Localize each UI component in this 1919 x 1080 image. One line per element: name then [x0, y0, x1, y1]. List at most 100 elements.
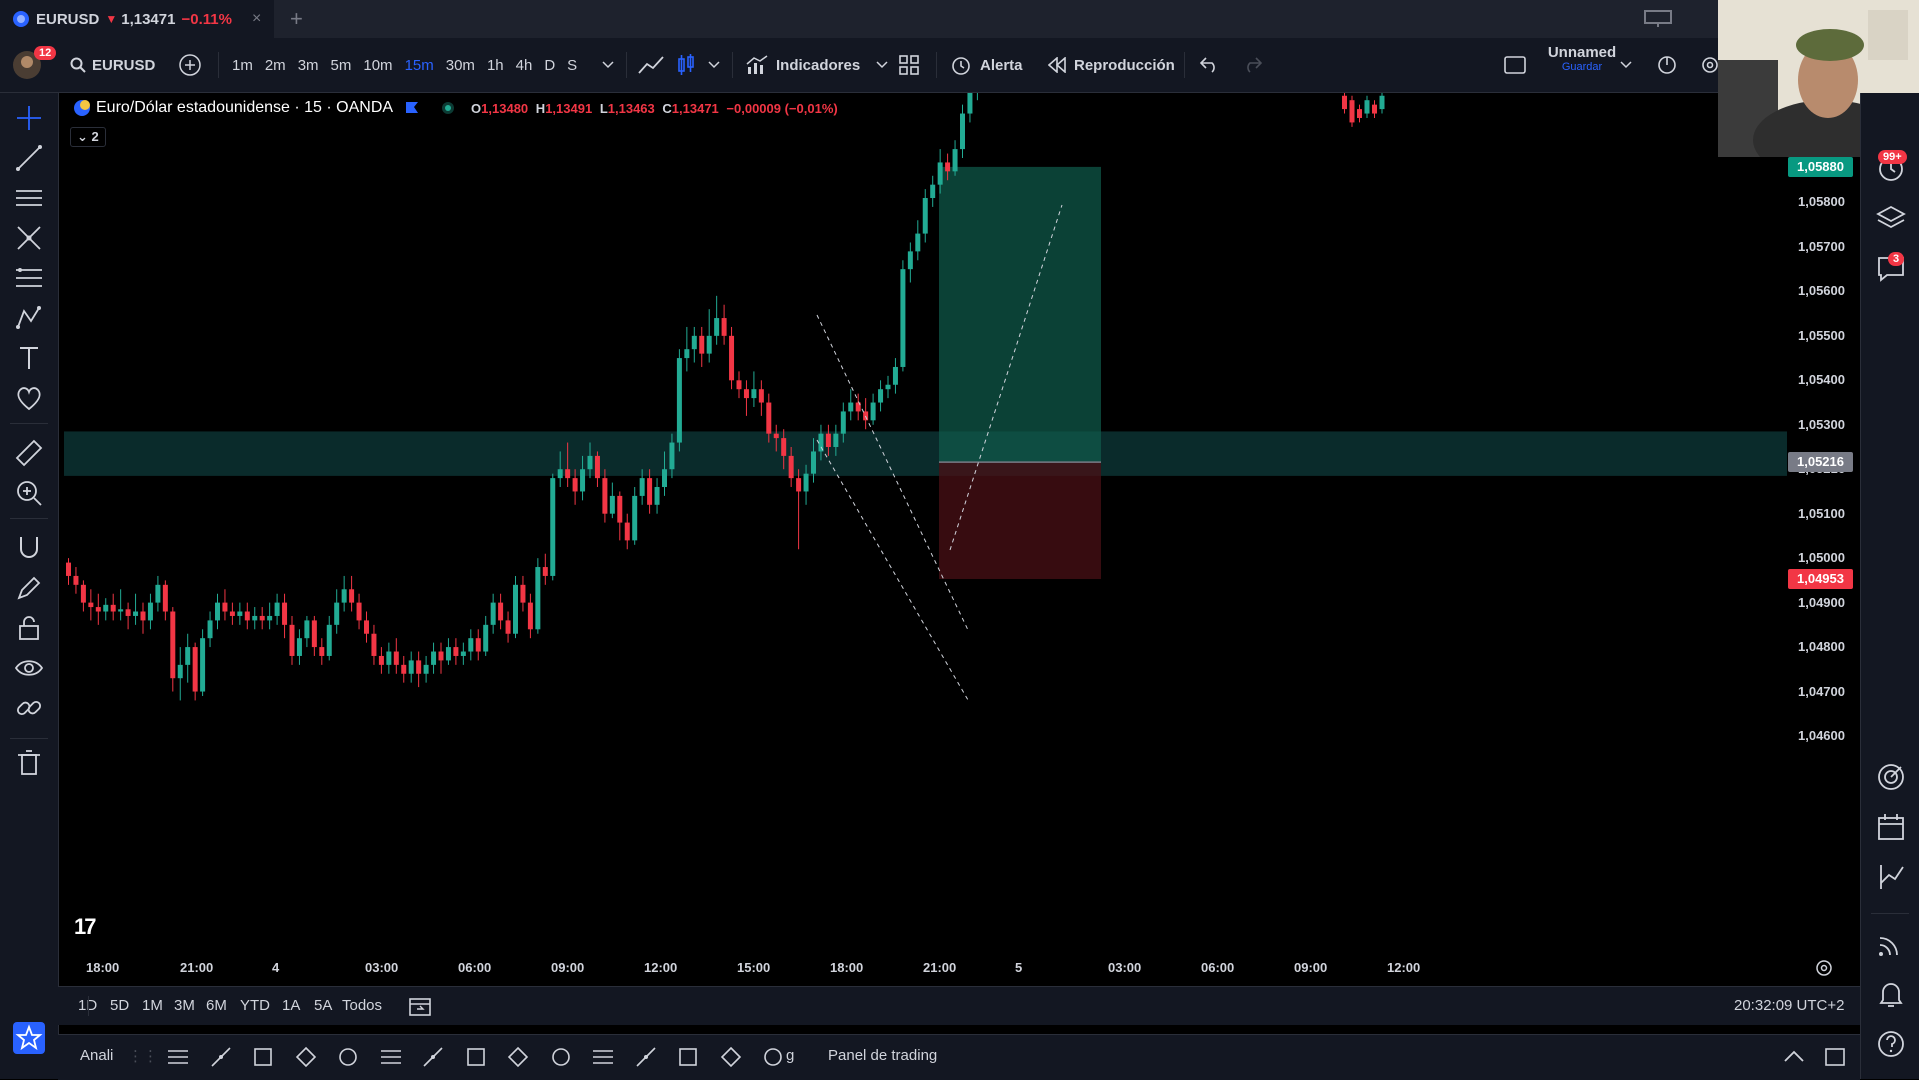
- layout-icon[interactable]: [1644, 10, 1672, 28]
- timeframe-D[interactable]: D: [544, 57, 555, 74]
- vline-tool-icon[interactable]: [634, 1045, 658, 1069]
- new-tab-icon[interactable]: +: [290, 6, 303, 32]
- price-chart[interactable]: [64, 93, 1787, 983]
- ruler-icon[interactable]: [14, 438, 44, 468]
- circle-tool-icon[interactable]: [761, 1045, 785, 1069]
- link-icon[interactable]: [14, 693, 44, 723]
- help-icon[interactable]: [1875, 1028, 1907, 1060]
- timeframe-2m[interactable]: 2m: [265, 57, 286, 74]
- trend-line-icon[interactable]: [14, 143, 44, 173]
- calendar-icon[interactable]: [1875, 811, 1907, 843]
- drag-handle-icon[interactable]: ⋮⋮: [128, 1047, 158, 1065]
- line-chart-icon[interactable]: [638, 38, 664, 92]
- time-axis-label: 12:00: [1387, 960, 1421, 975]
- lock-icon[interactable]: [14, 613, 44, 643]
- range-Todos[interactable]: Todos: [342, 997, 382, 1014]
- layout-checkbox[interactable]: [1504, 38, 1526, 92]
- crosshair-icon[interactable]: [14, 103, 44, 133]
- replay-button[interactable]: Reproducción: [1048, 38, 1175, 92]
- eye-icon[interactable]: [14, 653, 44, 683]
- channel-tool-icon[interactable]: [251, 1045, 275, 1069]
- price-box-take-profit[interactable]: 1,05880: [1788, 156, 1853, 177]
- favorites-star-button[interactable]: [13, 1022, 45, 1054]
- timeframe-15m[interactable]: 15m: [405, 57, 434, 74]
- support-zone[interactable]: [64, 431, 1787, 476]
- timeframe-1h[interactable]: 1h: [487, 57, 504, 74]
- chevron-up-icon[interactable]: [1784, 1049, 1804, 1063]
- rectangle-tool-icon[interactable]: [336, 1045, 360, 1069]
- timeframe-5m[interactable]: 5m: [331, 57, 352, 74]
- timeframe-30m[interactable]: 30m: [446, 57, 475, 74]
- indicators-button[interactable]: Indicadores: [746, 38, 888, 92]
- heart-icon[interactable]: [14, 383, 44, 413]
- range-5A[interactable]: 5A: [314, 997, 332, 1014]
- alert-button[interactable]: Alerta: [950, 38, 1023, 92]
- redo-icon[interactable]: [1242, 38, 1262, 92]
- compare-button[interactable]: [178, 38, 202, 92]
- trash-icon[interactable]: [14, 748, 44, 778]
- fib-retracement-icon[interactable]: [14, 263, 44, 293]
- eraser-tool-icon[interactable]: [719, 1045, 743, 1069]
- layout-dropdown-icon[interactable]: [1620, 38, 1632, 92]
- horizontal-lines-icon[interactable]: [14, 183, 44, 213]
- layers-icon[interactable]: [1875, 203, 1907, 235]
- symbol-search[interactable]: EURUSD: [70, 38, 155, 92]
- maximize-panel-icon[interactable]: [1824, 1047, 1846, 1067]
- price-box-stop-loss[interactable]: 1,04953: [1788, 569, 1853, 590]
- lines-tool-icon[interactable]: [209, 1045, 233, 1069]
- range-5D[interactable]: 5D: [110, 997, 129, 1014]
- draw-lock-icon[interactable]: [14, 573, 44, 603]
- timeframe-3m[interactable]: 3m: [298, 57, 319, 74]
- timeframe-dropdown-icon[interactable]: [602, 38, 614, 92]
- target-icon[interactable]: [1875, 761, 1907, 793]
- fib-tool-icon[interactable]: [166, 1045, 190, 1069]
- close-tab-icon[interactable]: ×: [252, 10, 261, 28]
- price-box-entry[interactable]: 1,05216: [1788, 452, 1853, 473]
- shape-tool-icon[interactable]: [294, 1045, 318, 1069]
- legend-title[interactable]: Euro/Dólar estadounidense · 15 · OANDA: [96, 99, 393, 117]
- pitchfork-icon[interactable]: [14, 223, 44, 253]
- chart-tab[interactable]: EURUSD ▼ 1,13471 −0.11% ×: [0, 0, 274, 38]
- range-6M[interactable]: 6M: [206, 997, 227, 1014]
- timeframe-S[interactable]: S: [567, 57, 577, 74]
- chart-type-dropdown-icon[interactable]: [708, 38, 720, 92]
- range-YTD[interactable]: YTD: [240, 997, 270, 1014]
- timeframe-4h[interactable]: 4h: [516, 57, 533, 74]
- bars-tool-icon[interactable]: [421, 1045, 445, 1069]
- templates-icon[interactable]: [898, 38, 920, 92]
- layout-name[interactable]: Unnamed Guardar: [1542, 44, 1622, 73]
- streams-icon[interactable]: [1875, 928, 1907, 960]
- range-3M[interactable]: 3M: [174, 997, 195, 1014]
- magnet-icon[interactable]: [14, 533, 44, 563]
- indicators-collapse-button[interactable]: ⌄ 2: [70, 127, 106, 147]
- candles-icon[interactable]: [676, 38, 696, 92]
- quick-search-icon[interactable]: [1656, 38, 1678, 92]
- ray-tool-icon[interactable]: [591, 1045, 615, 1069]
- brush-tool-icon[interactable]: [379, 1045, 403, 1069]
- analysis-tab[interactable]: Anali: [80, 1047, 113, 1064]
- go-to-date-icon[interactable]: [408, 995, 432, 1017]
- position-loss-zone[interactable]: [939, 462, 1101, 580]
- text-icon[interactable]: [14, 343, 44, 373]
- callout-tool-icon[interactable]: [549, 1045, 573, 1069]
- pattern-icon[interactable]: [14, 303, 44, 333]
- save-label[interactable]: Guardar: [1542, 61, 1622, 73]
- timeframe-1m[interactable]: 1m: [232, 57, 253, 74]
- range-1M[interactable]: 1M: [142, 997, 163, 1014]
- axis-settings-icon[interactable]: [1814, 958, 1834, 978]
- text-tool-icon[interactable]: [506, 1045, 530, 1069]
- range-1A[interactable]: 1A: [282, 997, 300, 1014]
- pattern-tool-icon[interactable]: [676, 1045, 700, 1069]
- trading-panel-tab[interactable]: Panel de trading: [828, 1047, 937, 1064]
- timeframe-10m[interactable]: 10m: [363, 57, 392, 74]
- notifications-bell-icon[interactable]: [1875, 978, 1907, 1010]
- ideas-icon[interactable]: [1875, 861, 1907, 893]
- zoom-in-icon[interactable]: [14, 478, 44, 508]
- undo-icon[interactable]: [1200, 38, 1220, 92]
- position-profit-zone[interactable]: [939, 166, 1101, 463]
- settings-gear-icon[interactable]: [1700, 38, 1720, 92]
- clock[interactable]: 20:32:09 UTC+2: [1734, 997, 1845, 1014]
- hline-tool-icon[interactable]: [464, 1045, 488, 1069]
- flag-marker-icon[interactable]: [405, 101, 419, 115]
- tradingview-logo[interactable]: 17: [74, 914, 97, 940]
